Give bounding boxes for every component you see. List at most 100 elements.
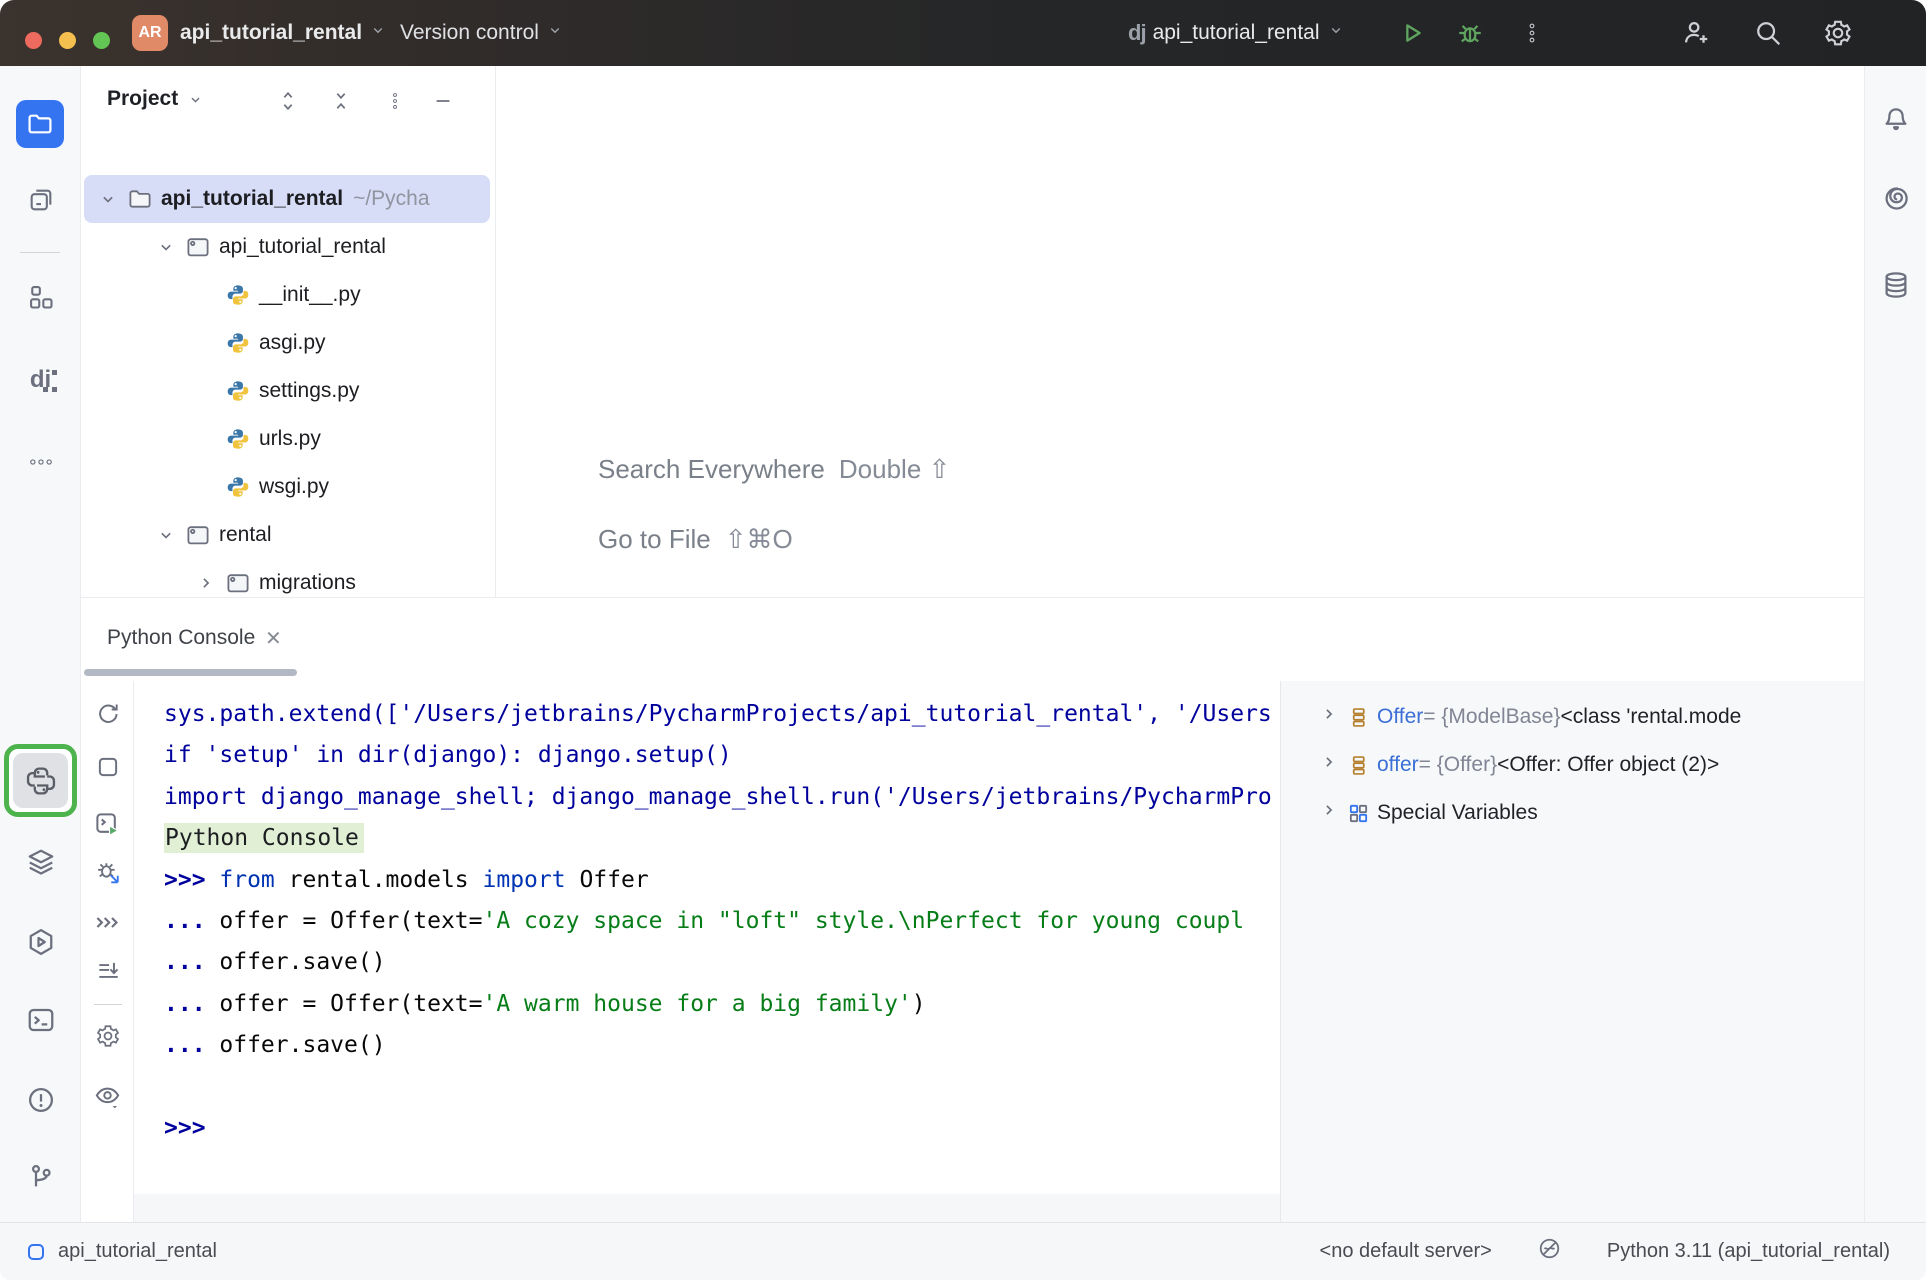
hide-panel-button[interactable] — [426, 84, 460, 118]
tree-row[interactable]: wsgi.py — [81, 463, 490, 511]
python-interpreter-widget[interactable]: Python 3.11 (api_tutorial_rental) — [1607, 1240, 1890, 1263]
chevron-down-icon[interactable] — [95, 189, 121, 209]
console-line: import django_manage_shell; django_manag… — [164, 777, 1280, 818]
tree-row[interactable]: api_tutorial_rental — [81, 223, 490, 271]
chevron-down-icon — [1327, 21, 1345, 45]
python-file-icon — [225, 380, 251, 402]
chevron-down-icon[interactable] — [153, 237, 179, 257]
django-structure-tool-button[interactable]: di — [0, 358, 81, 402]
stop-console-button[interactable] — [81, 749, 134, 785]
console-toolbar — [81, 681, 134, 1223]
chevron-down-icon[interactable] — [153, 525, 179, 545]
python-file-icon — [225, 284, 251, 306]
problems-icon — [26, 1085, 56, 1115]
execute-in-console-button[interactable] — [81, 806, 134, 842]
project-switcher[interactable]: api_tutorial_rental — [180, 0, 387, 66]
tree-row[interactable]: __init__.py — [81, 271, 490, 319]
project-panel-title[interactable]: Project — [107, 87, 204, 111]
tree-row[interactable]: api_tutorial_rental~/Pycha — [84, 175, 490, 223]
vcs-widget[interactable]: Version control — [400, 0, 564, 66]
terminal-icon — [26, 1005, 56, 1035]
execute-code-fragment-button[interactable] — [81, 904, 134, 940]
rerun-console-button[interactable] — [81, 695, 134, 731]
tutorial-highlight-frame — [4, 744, 77, 817]
search-everywhere-icon[interactable] — [1748, 13, 1788, 53]
tree-item-label: settings.py — [259, 379, 359, 403]
hexagon-play-icon — [26, 927, 56, 957]
variable-row[interactable]: Offer = {ModelBase} <class 'rental.mode — [1281, 693, 1864, 741]
tree-item-label: rental — [219, 523, 272, 547]
commit-tool-button[interactable] — [0, 178, 81, 222]
chevron-right-icon[interactable] — [1319, 752, 1347, 778]
variable-row[interactable]: offer = {Offer} <Offer: Offer object (2)… — [1281, 741, 1864, 789]
status-project-name[interactable]: api_tutorial_rental — [58, 1240, 217, 1263]
console-line: Python Console — [164, 818, 1280, 859]
debug-button[interactable] — [1450, 13, 1490, 53]
structure-tool-button[interactable] — [0, 275, 81, 319]
chevron-right-icon[interactable] — [1319, 704, 1347, 730]
chevron-right-icon[interactable] — [1319, 800, 1347, 826]
minimize-window-button[interactable] — [59, 32, 76, 49]
variable-value: <Offer: Offer object (2)> — [1497, 753, 1719, 777]
python-file-icon — [225, 428, 251, 450]
code-with-me-icon[interactable] — [1676, 13, 1716, 53]
run-services-tool-button[interactable] — [0, 920, 81, 964]
run-button[interactable] — [1392, 13, 1432, 53]
project-panel: Project api_tutorial_rental~/Pychaapi_tu… — [81, 66, 496, 597]
version-control-tool-button[interactable] — [0, 1155, 81, 1199]
ai-swirl-icon — [1881, 183, 1911, 213]
tab-python-console[interactable]: Python Console — [107, 626, 255, 650]
console-output-editor[interactable]: sys.path.extend(['/Users/jetbrains/Pycha… — [134, 681, 1280, 1194]
console-line — [164, 1067, 1280, 1108]
database-tool-button[interactable] — [1865, 263, 1926, 307]
console-line: if 'setup' in dir(django): django.setup(… — [164, 735, 1280, 776]
folder-icon — [127, 187, 153, 211]
notifications-tool-button[interactable] — [1865, 98, 1926, 142]
left-tool-stripe: di — [0, 66, 81, 1222]
more-tool-windows-button[interactable] — [0, 440, 81, 484]
terminal-tool-button[interactable] — [0, 998, 81, 1042]
services-tool-button[interactable] — [0, 840, 81, 884]
project-avatar[interactable]: AR — [132, 15, 168, 51]
tree-row[interactable]: settings.py — [81, 367, 490, 415]
expand-all-button[interactable] — [271, 84, 305, 118]
default-server-widget[interactable]: <no default server> — [1320, 1240, 1492, 1263]
variable-row[interactable]: Special Variables — [1281, 789, 1864, 837]
tree-row[interactable]: asgi.py — [81, 319, 490, 367]
server-status-icon[interactable] — [1536, 1235, 1563, 1268]
tree-row[interactable]: migrations — [81, 559, 490, 597]
chevron-right-icon[interactable] — [193, 573, 219, 593]
fullscreen-window-button[interactable] — [93, 32, 110, 49]
tree-row[interactable]: urls.py — [81, 415, 490, 463]
active-tab-indicator — [84, 669, 297, 676]
variable-name: Offer — [1377, 705, 1423, 729]
more-actions-menu[interactable] — [1512, 13, 1552, 53]
grid-icon — [1347, 802, 1377, 825]
hint-shortcut: Double ⇧ — [839, 454, 950, 485]
close-tab-icon[interactable]: ✕ — [265, 626, 282, 651]
editor-area[interactable]: Search Everywhere Double ⇧ Go to File ⇧⌘… — [496, 66, 1864, 597]
chevron-down-icon — [187, 91, 204, 108]
project-tool-button[interactable] — [16, 100, 64, 148]
attach-debugger-button[interactable] — [81, 854, 134, 890]
console-settings-button[interactable] — [81, 1018, 134, 1054]
python-icon — [23, 763, 59, 799]
scroll-to-end-button[interactable] — [81, 953, 134, 989]
variable-name: offer — [1377, 753, 1419, 777]
panel-options-menu[interactable] — [378, 84, 412, 118]
close-window-button[interactable] — [25, 32, 42, 49]
ai-assistant-tool-button[interactable] — [1865, 176, 1926, 220]
run-configuration-widget[interactable]: dj api_tutorial_rental — [1128, 0, 1345, 66]
problems-tool-button[interactable] — [0, 1078, 81, 1122]
vcs-widget-label: Version control — [400, 21, 539, 45]
collapse-all-button[interactable] — [324, 84, 358, 118]
settings-gear-icon[interactable] — [1818, 13, 1858, 53]
show-variables-button[interactable] — [81, 1078, 134, 1114]
tree-row[interactable]: rental — [81, 511, 490, 559]
django-di-icon: di — [30, 368, 51, 392]
python-console-tool-button[interactable] — [13, 753, 68, 808]
python-file-icon — [225, 332, 251, 354]
console-bottom-strip — [134, 1194, 1280, 1223]
tree-item-label: asgi.py — [259, 331, 326, 355]
console-line: ... offer = Offer(text='A cozy space in … — [164, 901, 1280, 942]
